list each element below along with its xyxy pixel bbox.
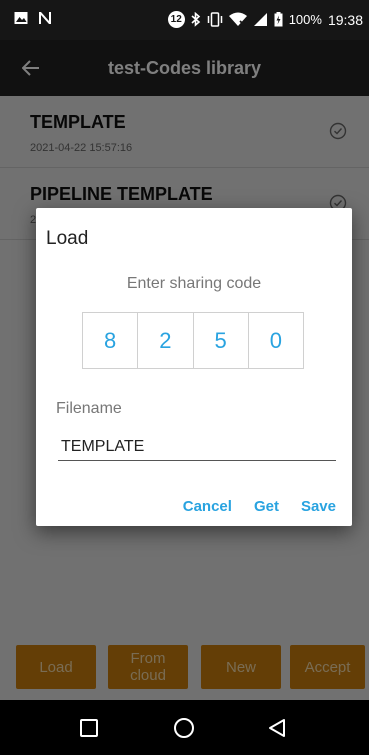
save-button[interactable]: Save: [301, 498, 336, 515]
clock: 19:38: [327, 11, 363, 28]
code-digit[interactable]: 2: [138, 313, 194, 368]
sharing-code-input[interactable]: 8 2 5 0: [82, 312, 304, 369]
notification-count-badge: 12: [167, 11, 185, 28]
navigation-bar: [0, 700, 369, 755]
battery-percent: 100%: [288, 12, 322, 27]
dialog-subtitle: Enter sharing code: [126, 275, 262, 292]
nfc-icon: [39, 12, 51, 24]
wifi-icon: [228, 12, 247, 27]
code-digit[interactable]: 5: [194, 313, 249, 368]
get-button[interactable]: Get: [254, 498, 279, 515]
battery-icon: [274, 12, 283, 27]
image-icon: [14, 12, 28, 24]
filename-field[interactable]: [58, 434, 336, 461]
code-digit[interactable]: 0: [249, 313, 303, 368]
recents-square-icon[interactable]: [77, 716, 101, 740]
home-circle-icon[interactable]: [172, 716, 196, 740]
status-bar: 12 100% 19:38: [0, 0, 369, 40]
vibrate-icon: [207, 12, 222, 27]
filename-label: Filename: [56, 400, 122, 417]
signal-icon: [253, 13, 267, 26]
bluetooth-icon: [191, 12, 200, 27]
dialog-title: Load: [46, 228, 89, 249]
back-triangle-icon[interactable]: [265, 716, 289, 740]
status-right-icons: 12 100% 19:38: [167, 11, 363, 28]
status-left-icons: [14, 11, 52, 25]
dialog-actions: Cancel Get Save: [183, 498, 336, 515]
load-dialog: Load Enter sharing code 8 2 5 0 Filename…: [36, 208, 352, 526]
cancel-button[interactable]: Cancel: [183, 498, 232, 515]
code-digit[interactable]: 8: [83, 313, 139, 368]
